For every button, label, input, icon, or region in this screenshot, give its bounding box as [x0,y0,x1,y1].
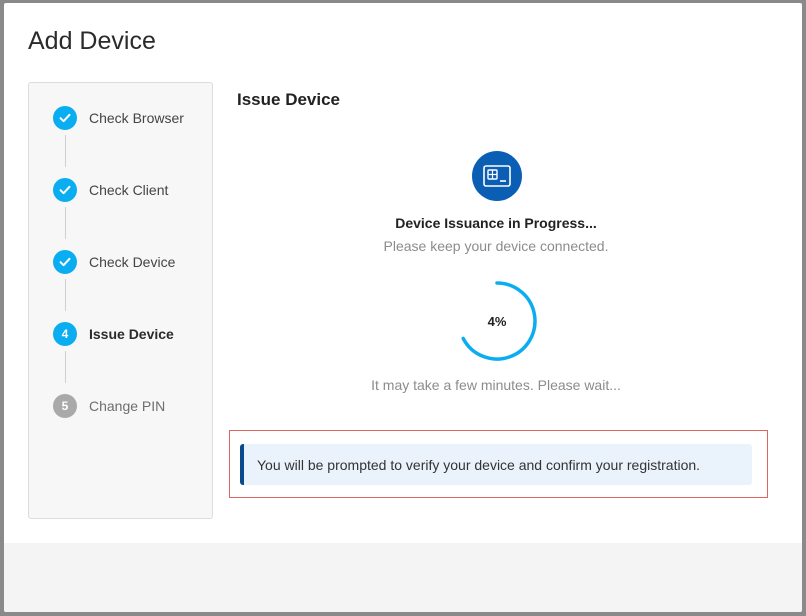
step-connector [65,351,66,383]
step-connector [65,135,66,167]
status-title: Device Issuance in Progress... [395,215,597,231]
wait-message: It may take a few minutes. Please wait..… [371,377,621,393]
step-label: Check Client [89,182,169,198]
step-number: 5 [53,394,77,418]
progress-ring: 4% [456,280,538,362]
step-issue-device: 4 Issue Device [53,322,213,346]
device-card-icon [472,151,522,201]
step-label: Issue Device [89,326,174,342]
step-number: 4 [53,322,77,346]
check-icon [53,106,77,130]
check-icon [53,250,77,274]
dialog-footer [4,543,802,612]
step-connector [65,279,66,311]
step-connector [65,207,66,239]
info-banner: You will be prompted to verify your devi… [240,444,752,485]
step-check-browser: Check Browser [53,106,213,130]
add-device-dialog: Add Device Check Browser Check Client Ch… [4,3,802,612]
dialog-title: Add Device [28,27,156,55]
step-label: Check Browser [89,110,184,126]
step-check-device: Check Device [53,250,213,274]
step-change-pin: 5 Change PIN [53,394,213,418]
section-title: Issue Device [237,90,341,109]
info-message: You will be prompted to verify your devi… [257,456,701,473]
stepper: Check Browser Check Client Check Device … [28,82,213,519]
step-label: Change PIN [89,398,166,414]
check-icon [53,178,77,202]
step-label: Check Device [89,254,176,270]
progress-percent: 4% [487,313,507,329]
status-subtitle: Please keep your device connected. [383,238,609,254]
step-check-client: Check Client [53,178,213,202]
